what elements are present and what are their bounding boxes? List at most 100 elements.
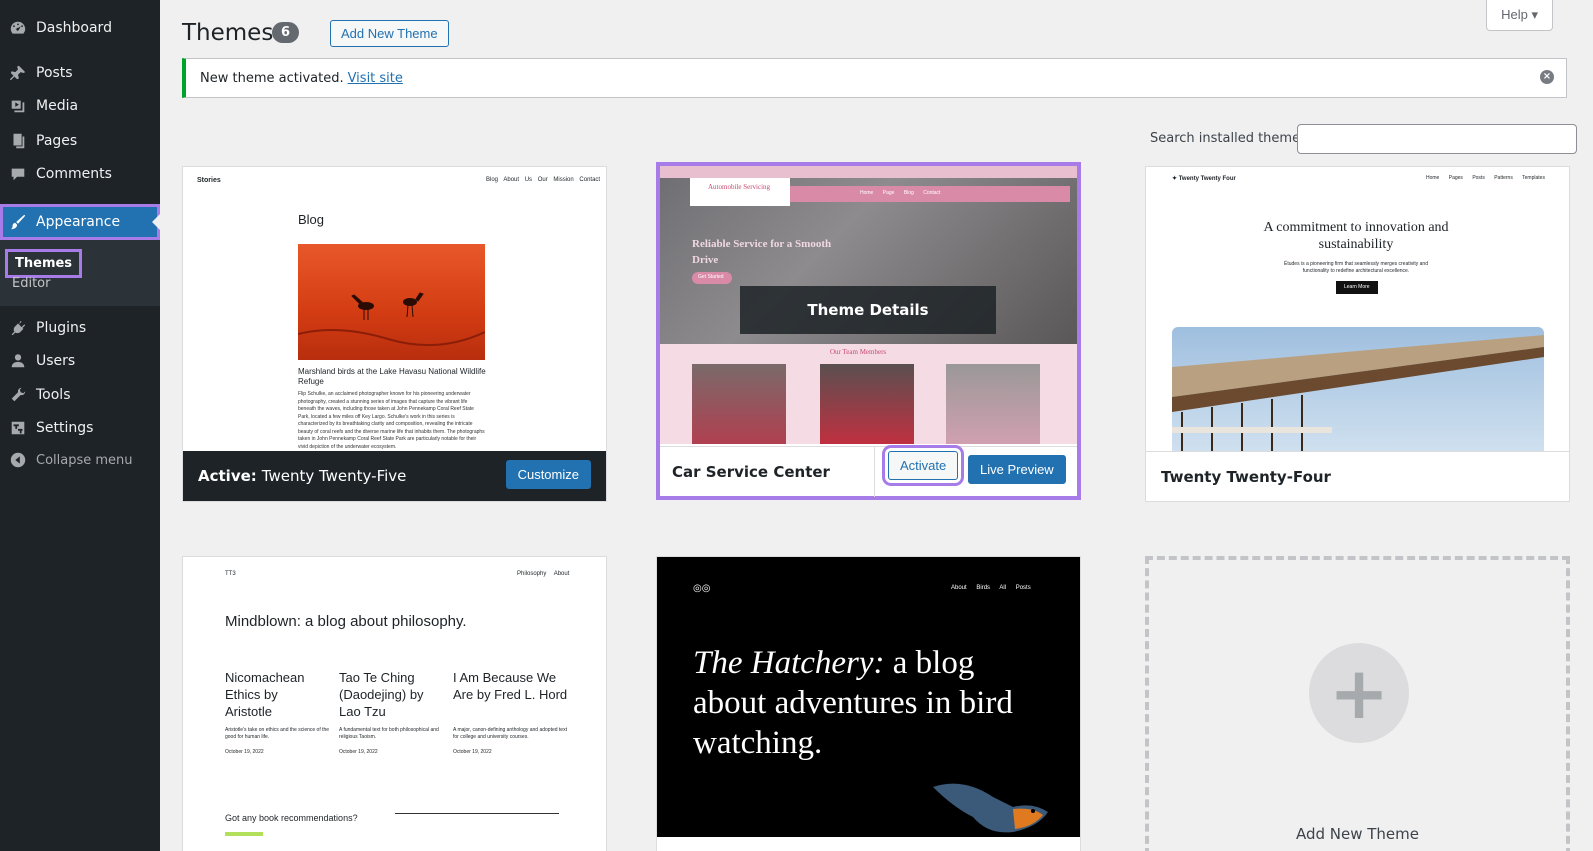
preview-nav: Blog About Us Our Mission Contact [486, 177, 600, 183]
search-label: Search installed themes [1150, 131, 1307, 146]
preview-logo-icon: ◎◎ [693, 583, 711, 594]
theme-actions-bar: Car Service Center Activate Live Preview [660, 445, 1077, 497]
preview-site-title: TT3 [225, 571, 236, 577]
menu-pages[interactable]: Pages [0, 124, 160, 158]
preview-nav-item: Posts [1472, 175, 1485, 181]
comment-icon [0, 157, 36, 191]
menu-users[interactable]: Users [0, 344, 160, 378]
menu-label: Settings [36, 420, 94, 436]
preview-team-heading: Our Team Members [830, 348, 887, 356]
add-new-theme-card[interactable]: + Add New Theme [1145, 556, 1570, 851]
preview-nav-item: Blog [903, 190, 914, 196]
live-preview-button[interactable]: Live Preview [968, 455, 1066, 484]
theme-screenshot[interactable]: ◎◎ About Birds All Posts The Hatchery: a… [657, 557, 1080, 837]
menu-label: Users [36, 353, 76, 369]
collapse-icon [0, 443, 36, 477]
menu-settings[interactable]: Settings [0, 411, 160, 445]
preview-post-date: October 19, 2022 [225, 749, 264, 755]
preview-image [297, 244, 486, 360]
preview-nav-item: Templates [1522, 175, 1545, 181]
preview-image [1172, 327, 1544, 451]
preview-post-desc: A major, canon-defining anthology and ad… [453, 727, 567, 740]
menu-label: Media [36, 98, 79, 114]
theme-screenshot[interactable]: TT3 Philosophy About Mindblown: a blog a… [183, 557, 606, 837]
success-notice: New theme activated. Visit site × [182, 58, 1567, 98]
dashboard-icon [0, 11, 36, 45]
preview-cta: Learn More [1336, 281, 1378, 294]
preview-nav-item: Our Mission [537, 177, 574, 183]
preview-nav-item: Page [882, 190, 895, 196]
preview-team-photo [820, 364, 914, 444]
preview-site-name: Twenty Twenty Four [1178, 176, 1236, 182]
page-title: Themes [182, 20, 274, 46]
preview-post-title: Tao Te Ching (Daodejing) by Lao Tzu [339, 670, 424, 719]
bar-divider [874, 447, 875, 497]
menu-dashboard[interactable]: Dashboard [0, 11, 160, 45]
menu-comments[interactable]: Comments [0, 157, 160, 191]
menu-plugins[interactable]: Plugins [0, 311, 160, 345]
preview-heading: Blog [298, 212, 325, 227]
preview-nav: About Birds All Posts [951, 585, 1031, 591]
theme-screenshot[interactable]: ✦ Twenty Twenty Four Home Pages Posts Pa… [1146, 167, 1569, 451]
plugin-icon [0, 311, 36, 345]
preview-post-date: October 19, 2022 [339, 749, 378, 755]
preview-sub: Études is a pioneering firm that seamles… [1284, 261, 1428, 274]
theme-card-twenty-twenty-three[interactable]: TT3 Philosophy About Mindblown: a blog a… [182, 556, 607, 851]
activate-button[interactable]: Activate [881, 445, 965, 486]
preview-post-desc: Aristotle's take on ethics and the scien… [225, 727, 330, 740]
dismiss-icon[interactable]: × [1540, 70, 1554, 84]
active-prefix: Active: [198, 467, 257, 485]
preview-nav-item: Blog [486, 177, 499, 183]
help-button[interactable]: Help ▾ [1486, 0, 1553, 31]
preview-nav-item: All Posts [999, 585, 1031, 591]
theme-name: Car Service Center [672, 462, 830, 481]
submenu-editor[interactable]: Editor [12, 276, 50, 291]
preview-nav-item: About [553, 571, 570, 577]
preview-nav: Home Pages Posts Patterns Templates [1426, 175, 1545, 181]
preview-cta-label: Get Started [698, 274, 724, 280]
preview-site-title: ✦ Twenty Twenty Four [1172, 176, 1236, 182]
preview-heading: The Hatchery: a blog about adventures in… [693, 643, 1023, 763]
theme-card-twenty-twenty-four[interactable]: ✦ Twenty Twenty Four Home Pages Posts Pa… [1145, 166, 1570, 502]
admin-sidebar: Dashboard Posts Media Pages Comments App… [0, 0, 160, 851]
submenu-themes[interactable]: Themes [5, 249, 83, 278]
preview-cta: Get Started [692, 272, 732, 284]
theme-details-button[interactable]: Theme Details [740, 286, 996, 334]
theme-card-hatchery[interactable]: ◎◎ About Birds All Posts The Hatchery: a… [656, 556, 1081, 851]
menu-label: Plugins [36, 320, 87, 336]
preview-nav-item: Contact [579, 177, 601, 183]
theme-name: Twenty Twenty-Five [261, 467, 407, 485]
menu-tools[interactable]: Tools [0, 378, 160, 412]
theme-card-active[interactable]: Stories Blog About Us Our Mission Contac… [182, 166, 607, 502]
add-new-theme-button[interactable]: Add New Theme [330, 20, 449, 47]
plus-icon: + [1309, 643, 1409, 743]
preview-hero: Reliable Service for a Smooth Drive [692, 238, 832, 266]
visit-site-link[interactable]: Visit site [348, 71, 403, 86]
brush-icon [0, 205, 36, 239]
chevron-down-icon: ▾ [1531, 7, 1538, 22]
preview-input-line [395, 813, 559, 814]
search-input[interactable] [1297, 124, 1577, 154]
pages-icon [0, 124, 36, 158]
preview-nav: Home Page Blog Contact [860, 190, 940, 196]
menu-label: Pages [36, 133, 78, 149]
menu-media[interactable]: Media [0, 89, 160, 123]
preview-body: Flip Schulke, an acclaimed photographer … [298, 391, 485, 450]
preview-logo-box: Automobile Servicing [690, 178, 790, 206]
theme-screenshot[interactable]: Stories Blog About Us Our Mission Contac… [183, 167, 606, 451]
preview-caption: Marshland birds at the Lake Havasu Natio… [298, 367, 486, 386]
theme-card-car-service[interactable]: Automobile Servicing Home Page Blog Cont… [656, 162, 1081, 500]
wrench-icon [0, 378, 36, 412]
menu-label: Posts [36, 65, 73, 81]
menu-label: Collapse menu [36, 452, 133, 468]
collapse-menu-button[interactable]: Collapse menu [0, 443, 160, 477]
theme-actions-bar: Active: Twenty Twenty-Five Customize [183, 451, 606, 501]
customize-button[interactable]: Customize [505, 460, 591, 489]
preview-post-title: I Am Because We Are by Fred L. Hord [453, 670, 568, 702]
notice-text: New theme activated. [200, 70, 344, 86]
theme-screenshot[interactable]: Automobile Servicing Home Page Blog Cont… [660, 166, 1077, 444]
menu-posts[interactable]: Posts [0, 56, 160, 90]
preview-nav-item: Philosophy [517, 571, 547, 577]
menu-appearance[interactable]: Appearance [0, 204, 160, 240]
preview-post-date: October 19, 2022 [453, 749, 492, 755]
